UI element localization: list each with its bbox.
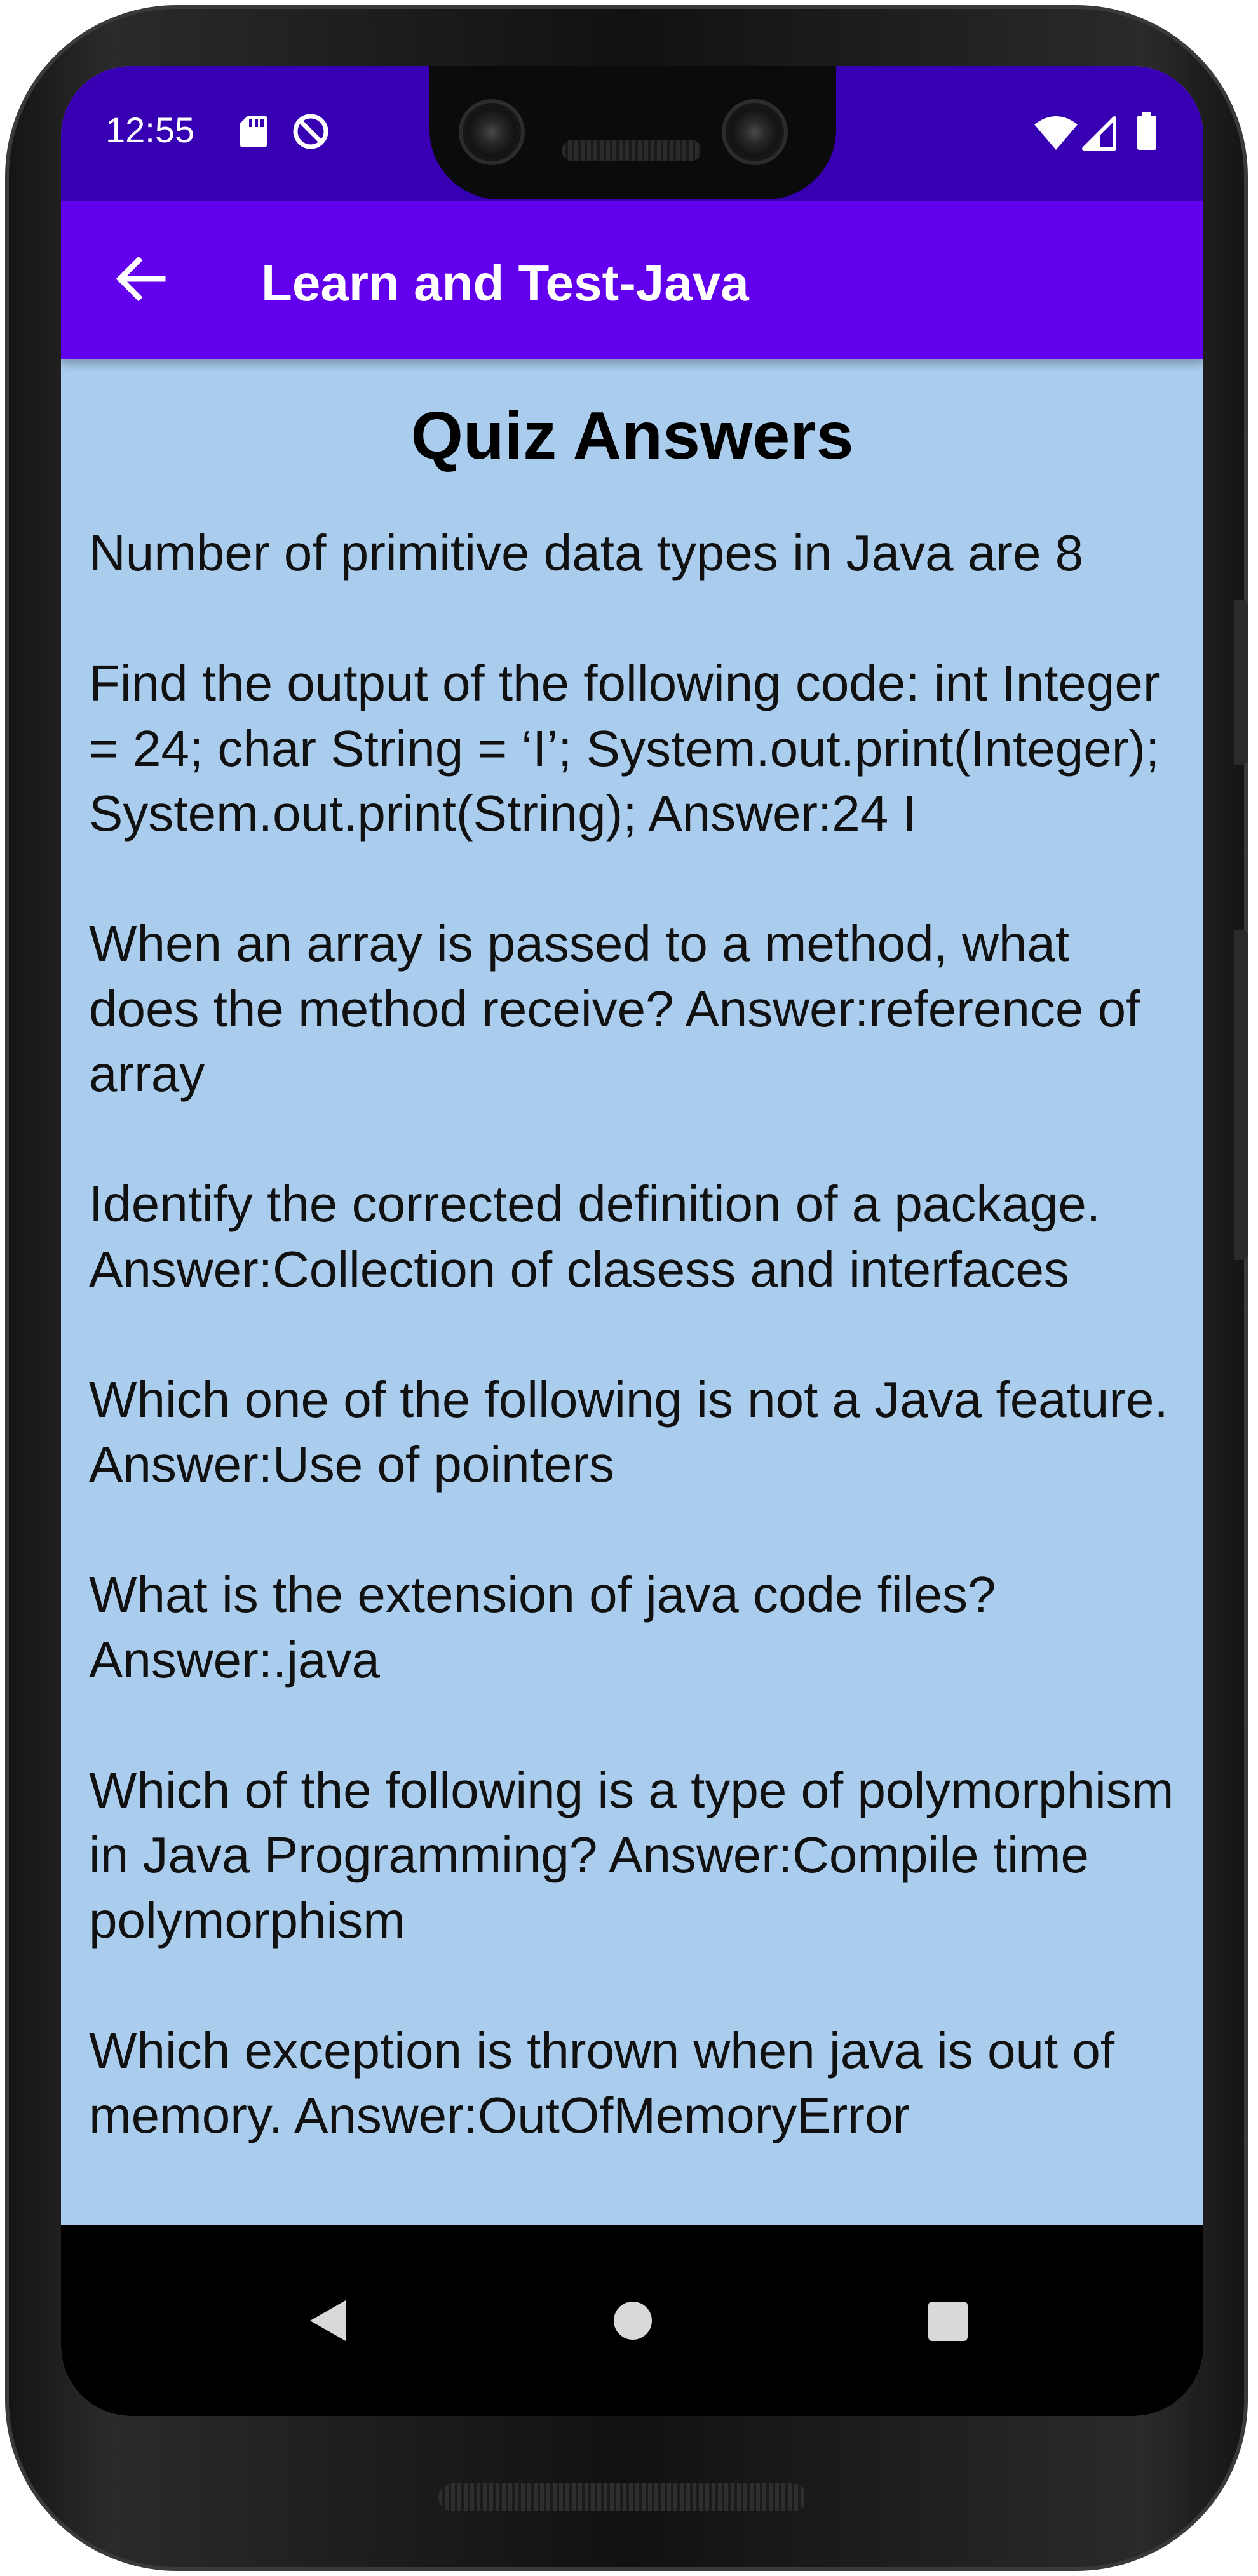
app-toolbar: Learn and Test-Java [61, 201, 1203, 359]
front-camera-left [459, 99, 525, 165]
home-circle-icon[interactable] [595, 2283, 671, 2359]
answer-item: Which of the following is a type of poly… [89, 1761, 1174, 1949]
cell-signal-icon [1082, 116, 1116, 151]
answer-item: When an array is passed to a method, wha… [89, 915, 1140, 1102]
answer-item: Which exception is thrown when java is o… [89, 2022, 1115, 2144]
answer-item: What is the extension of java code files… [89, 1566, 996, 1688]
answer-item: Find the output of the following code: i… [89, 655, 1160, 842]
volume-button [1234, 930, 1248, 1260]
page-title: Quiz Answers [410, 398, 854, 473]
data-saver-icon [293, 114, 328, 149]
earpiece-speaker [562, 140, 701, 161]
bottom-speaker-grille [438, 2483, 807, 2511]
answers-list: Number of primitive data types in Java a… [61, 521, 1203, 2149]
phone-frame: 12:55 Learn and Test-Java Quiz Answers N… [5, 5, 1248, 2571]
arrow-back-icon [116, 256, 166, 302]
answer-item: Which one of the following is not a Java… [89, 1371, 1168, 1493]
camera-notch [429, 66, 836, 199]
sd-card-icon [240, 116, 267, 147]
system-nav-bar [61, 2225, 1203, 2416]
quiz-answers-scroll[interactable]: Quiz Answers Number of primitive data ty… [61, 359, 1203, 2225]
app-title: Learn and Test-Java [261, 255, 749, 311]
back-triangle-icon[interactable] [290, 2283, 366, 2359]
back-button[interactable] [99, 238, 182, 320]
status-time: 12:55 [105, 110, 195, 150]
status-bar: 12:55 [61, 66, 1203, 201]
battery-icon [1137, 112, 1156, 150]
answer-item: Number of primitive data types in Java a… [89, 525, 1084, 581]
wifi-icon [1034, 116, 1078, 150]
answer-item: Identify the corrected definition of a p… [89, 1176, 1101, 1298]
front-camera-right [722, 99, 788, 165]
power-button [1234, 600, 1248, 765]
recents-square-icon[interactable] [909, 2283, 985, 2359]
device-screen: 12:55 Learn and Test-Java Quiz Answers N… [61, 66, 1203, 2416]
